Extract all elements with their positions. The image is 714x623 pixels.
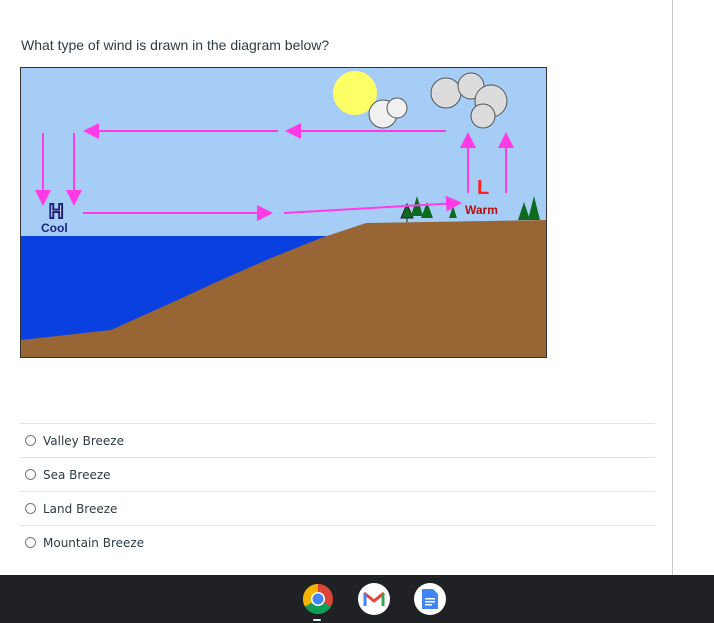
high-pressure-label: H bbox=[49, 201, 63, 223]
low-pressure-label: L bbox=[477, 177, 489, 199]
question-text: What type of wind is drawn in the diagra… bbox=[21, 37, 330, 53]
active-app-indicator bbox=[313, 619, 321, 621]
answer-label: Valley Breeze bbox=[43, 433, 124, 448]
radio-button[interactable] bbox=[25, 503, 36, 514]
answer-label: Mountain Breeze bbox=[43, 535, 145, 550]
answer-option-valley-breeze[interactable]: Valley Breeze bbox=[20, 423, 655, 457]
answer-option-land-breeze[interactable]: Land Breeze bbox=[20, 491, 655, 525]
radio-button[interactable] bbox=[25, 469, 36, 480]
question-card: What type of wind is drawn in the diagra… bbox=[0, 0, 673, 575]
wind-diagram: H Cool L Warm bbox=[20, 67, 547, 358]
answer-label: Land Breeze bbox=[43, 501, 118, 516]
gmail-icon[interactable] bbox=[358, 583, 390, 615]
taskbar bbox=[0, 575, 714, 623]
chrome-icon[interactable] bbox=[302, 583, 334, 615]
radio-button[interactable] bbox=[25, 537, 36, 548]
google-docs-icon[interactable] bbox=[414, 583, 446, 615]
warm-label: Warm bbox=[465, 203, 498, 217]
answer-option-mountain-breeze[interactable]: Mountain Breeze bbox=[20, 525, 655, 559]
cool-label: Cool bbox=[41, 221, 68, 235]
wind-diagram-svg: H Cool L Warm bbox=[21, 68, 546, 357]
answer-label: Sea Breeze bbox=[43, 467, 111, 482]
answer-option-sea-breeze[interactable]: Sea Breeze bbox=[20, 457, 655, 491]
radio-button[interactable] bbox=[25, 435, 36, 446]
answer-list: Valley Breeze Sea Breeze Land Breeze Mou… bbox=[20, 423, 655, 559]
quiz-page: What type of wind is drawn in the diagra… bbox=[0, 0, 714, 623]
